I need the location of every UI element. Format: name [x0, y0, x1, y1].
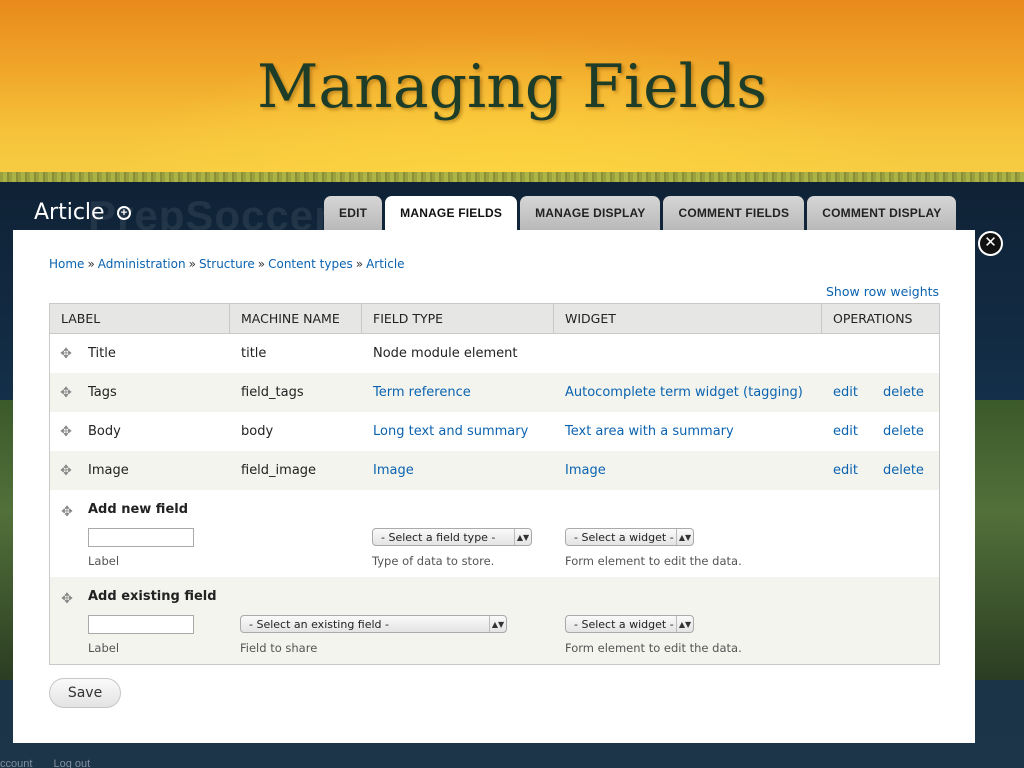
row-operations: edit delete: [822, 424, 939, 439]
select-arrows-icon: ▲▼: [514, 529, 531, 545]
row-widget-link[interactable]: Text area with a summary: [554, 424, 822, 439]
fields-table: LABEL MACHINE NAME FIELD TYPE WIDGET OPE…: [49, 303, 940, 665]
tab-bar: EDIT MANAGE FIELDS MANAGE DISPLAY COMMEN…: [324, 196, 957, 230]
existing-widget-select[interactable]: - Select a widget - ▲▼: [565, 615, 694, 633]
show-row-weights-link[interactable]: Show row weights: [826, 284, 939, 299]
widget-select-value: - Select a widget -: [574, 530, 674, 544]
row-field-type-link[interactable]: Long text and summary: [362, 424, 554, 439]
row-label: Tags: [88, 385, 117, 400]
delete-link[interactable]: delete: [883, 463, 924, 478]
existing-field-desc: Field to share: [240, 641, 318, 655]
slide-title: Managing Fields: [256, 52, 768, 122]
drag-handle-icon[interactable]: ✥: [58, 346, 74, 362]
add-new-field-title: Add new field: [88, 502, 189, 517]
row-machine-name: field_image: [241, 463, 317, 478]
field-type-select[interactable]: - Select a field type - ▲▼: [372, 528, 532, 546]
select-arrows-icon: ▲▼: [489, 616, 506, 632]
new-field-label-input[interactable]: [88, 528, 194, 547]
row-label: Body: [88, 424, 121, 439]
breadcrumb-content-types[interactable]: Content types: [268, 257, 353, 271]
tab-manage-fields[interactable]: MANAGE FIELDS: [385, 196, 518, 230]
header-machine-name: MACHINE NAME: [230, 304, 362, 333]
header-field-type: FIELD TYPE: [362, 304, 554, 333]
drag-handle-icon[interactable]: ✥: [58, 424, 74, 440]
row-machine-name: title: [241, 346, 267, 361]
background-photo-left: [0, 400, 14, 680]
row-operations: edit delete: [822, 463, 939, 478]
breadcrumb-separator: »: [188, 257, 196, 271]
edit-link[interactable]: edit: [833, 463, 858, 478]
delete-link[interactable]: delete: [883, 424, 924, 439]
row-machine-name: field_tags: [241, 385, 304, 400]
add-existing-field-row: ✥ Add existing field Label - Select an e…: [50, 577, 939, 664]
select-arrows-icon: ▲▼: [676, 616, 693, 632]
row-field-type-link[interactable]: Image: [362, 463, 554, 478]
background-photo: [975, 400, 1024, 680]
plus-circle-icon[interactable]: +: [117, 206, 131, 220]
row-widget-link[interactable]: Image: [554, 463, 822, 478]
page-title: Article: [34, 200, 105, 225]
breadcrumb-separator: »: [87, 257, 95, 271]
header-widget: WIDGET: [554, 304, 822, 333]
breadcrumb-administration[interactable]: Administration: [98, 257, 186, 271]
drag-handle-icon[interactable]: ✥: [58, 463, 74, 479]
tab-manage-display[interactable]: MANAGE DISPLAY: [520, 196, 661, 230]
breadcrumb: Home» Administration» Structure» Content ty…: [49, 257, 405, 271]
row-label: Title: [88, 346, 116, 361]
save-button[interactable]: Save: [49, 678, 121, 708]
new-widget-desc: Form element to edit the data.: [565, 554, 742, 568]
footer-links: ccount Log out: [0, 758, 108, 768]
footer-account-link[interactable]: ccount: [0, 758, 32, 768]
tab-comment-fields[interactable]: COMMENT FIELDS: [663, 196, 805, 230]
breadcrumb-separator: »: [355, 257, 364, 271]
existing-field-select-value: - Select an existing field -: [249, 617, 389, 631]
add-new-field-row: ✥ Add new field Label - Select a field t…: [50, 490, 939, 577]
edit-link[interactable]: edit: [833, 424, 858, 439]
field-type-desc: Type of data to store.: [372, 554, 495, 568]
breadcrumb-separator: »: [257, 257, 266, 271]
table-header: LABEL MACHINE NAME FIELD TYPE WIDGET OPE…: [50, 304, 939, 334]
header-operations: OPERATIONS: [833, 311, 913, 326]
table-row: ✥ Tags field_tags Term reference Autocomp…: [50, 373, 939, 412]
row-label: Image: [88, 463, 129, 478]
new-widget-select[interactable]: - Select a widget - ▲▼: [565, 528, 694, 546]
breadcrumb-structure[interactable]: Structure: [199, 257, 255, 271]
edit-link[interactable]: edit: [833, 385, 858, 400]
table-row: ✥ Body body Long text and summary Text ar…: [50, 412, 939, 451]
delete-link[interactable]: delete: [883, 385, 924, 400]
breadcrumb-home[interactable]: Home: [49, 257, 84, 271]
row-widget-link[interactable]: Autocomplete term widget (tagging): [554, 385, 822, 400]
existing-field-label-input[interactable]: [88, 615, 194, 634]
existing-field-select[interactable]: - Select an existing field - ▲▼: [240, 615, 507, 633]
drag-handle-icon[interactable]: ✥: [59, 591, 75, 607]
add-existing-field-title: Add existing field: [88, 589, 217, 604]
existing-field-label-desc: Label: [88, 641, 120, 655]
close-icon[interactable]: ✕: [978, 231, 1003, 256]
select-arrows-icon: ▲▼: [676, 529, 693, 545]
row-machine-name: body: [241, 424, 274, 439]
tab-comment-display[interactable]: COMMENT DISPLAY: [807, 196, 957, 230]
table-row: ✥ Title title Node module element: [50, 334, 939, 373]
widget-select-value: - Select a widget -: [574, 617, 674, 631]
existing-widget-desc: Form element to edit the data.: [565, 641, 742, 655]
field-type-select-value: - Select a field type -: [381, 530, 496, 544]
breadcrumb-article[interactable]: Article: [366, 257, 405, 271]
footer-logout-link[interactable]: Log out: [53, 758, 90, 768]
new-field-label-desc: Label: [88, 554, 120, 568]
drag-handle-icon[interactable]: ✥: [58, 385, 74, 401]
row-operations: edit delete: [822, 385, 939, 400]
tab-edit[interactable]: EDIT: [324, 196, 383, 230]
header-label: LABEL: [50, 304, 230, 333]
table-row: ✥ Image field_image Image Image edit dele…: [50, 451, 939, 490]
row-field-type-link[interactable]: Term reference: [362, 385, 554, 400]
row-field-type: Node module element: [373, 346, 518, 361]
drag-handle-icon[interactable]: ✥: [59, 504, 75, 520]
